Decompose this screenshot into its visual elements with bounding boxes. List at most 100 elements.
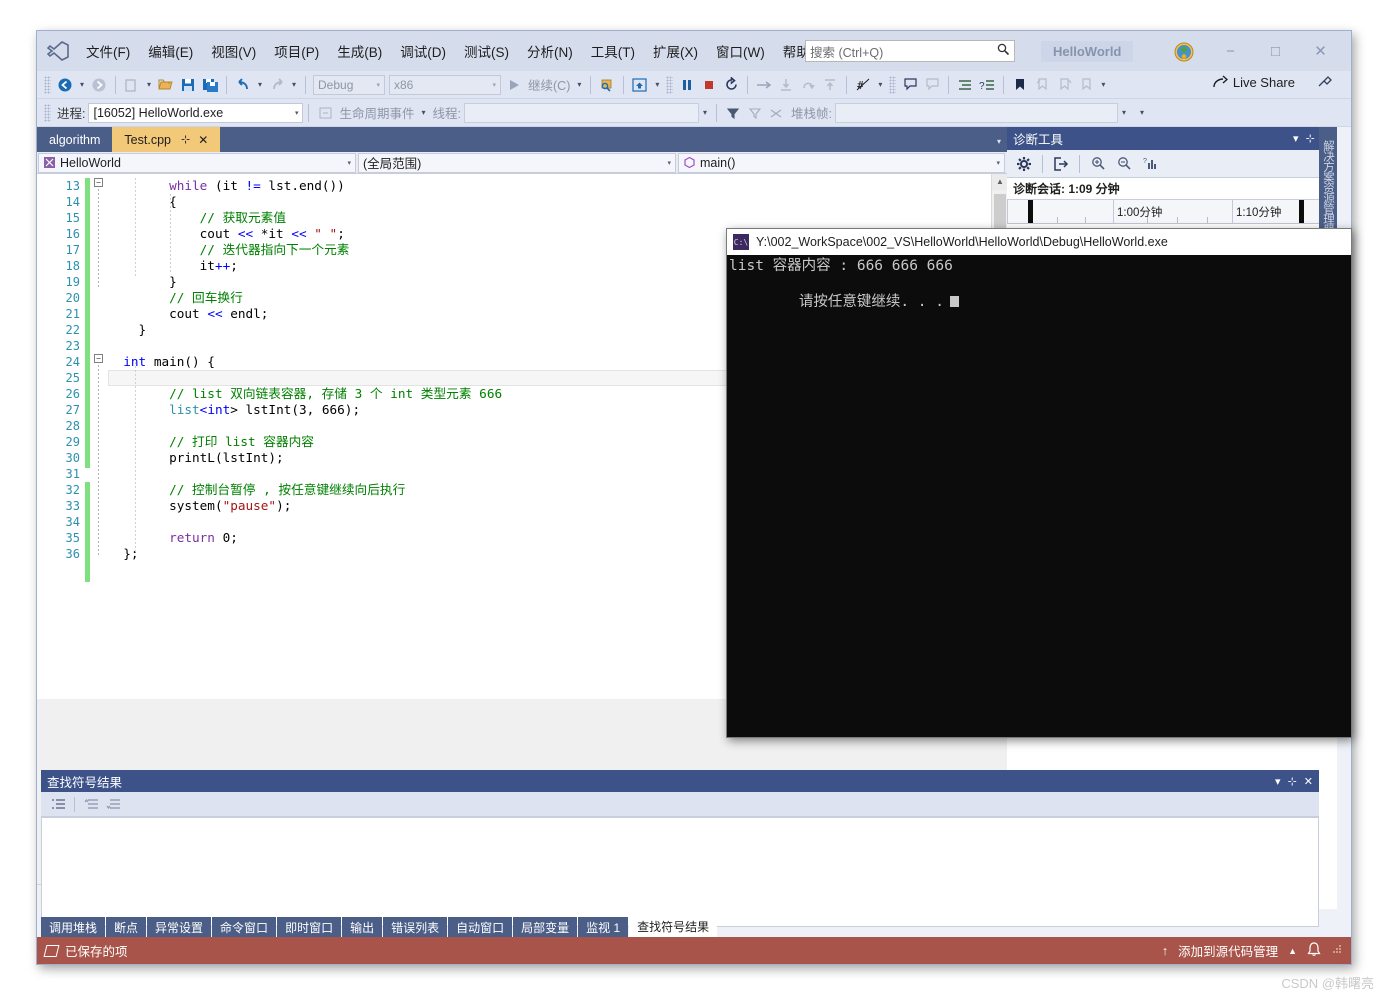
code-line[interactable]: // 获取元素值 — [108, 210, 1007, 226]
hex-dropdown-icon[interactable]: ▾ — [874, 80, 886, 89]
toolbar-overflow-icon[interactable]: ▾ — [1097, 80, 1109, 89]
toolbar-grip[interactable] — [666, 75, 674, 94]
stop-icon[interactable] — [698, 74, 720, 96]
dock-tab[interactable]: 命令窗口 — [212, 917, 277, 937]
close-icon[interactable]: ✕ — [198, 133, 208, 147]
bookmark-icon[interactable] — [1009, 74, 1031, 96]
diagnostic-toolbar[interactable]: ? — [1007, 150, 1337, 178]
restart-icon[interactable] — [720, 74, 742, 96]
open-folder-icon[interactable] — [155, 74, 177, 96]
thread-dropdown-icon[interactable]: ▾ — [699, 108, 711, 117]
bottom-dock-tabstrip[interactable]: 调用堆栈 断点 异常设置 命令窗口 即时窗口 输出 错误列表 自动窗口 局部变量 监视 1 查找符号… — [41, 915, 718, 937]
menu-debug[interactable]: 调试(D) — [391, 37, 455, 65]
stackframe-dropdown[interactable] — [834, 102, 1118, 123]
fold-toggle-24[interactable]: − — [94, 354, 103, 363]
dock-tab[interactable]: 断点 — [106, 917, 147, 937]
menu-test[interactable]: 测试(S) — [455, 37, 518, 65]
configuration-dropdown[interactable]: Debug ▾ — [313, 74, 385, 95]
code-line[interactable]: { — [108, 194, 1007, 210]
toolbar-grip[interactable] — [889, 75, 897, 94]
pin-icon[interactable]: ⊹ — [1288, 775, 1297, 788]
code-folding-column[interactable]: − − — [90, 174, 108, 699]
zoom-in-icon[interactable] — [1085, 152, 1111, 176]
gear-icon[interactable] — [1011, 152, 1037, 176]
zoom-out-icon[interactable] — [1111, 152, 1137, 176]
fold-toggle-13[interactable]: − — [94, 178, 103, 187]
navigation-bar[interactable]: HelloWorld ▾ (全局范围) ▾ main() ▾ — [37, 152, 1007, 174]
scope-dropdown[interactable]: (全局范围) ▾ — [358, 152, 676, 173]
menu-edit[interactable]: 编辑(E) — [139, 37, 202, 65]
menu-file[interactable]: 文件(F) — [77, 37, 139, 65]
show-next-statement-icon[interactable] — [629, 74, 651, 96]
continue-play-icon[interactable] — [503, 74, 525, 96]
minimize-button[interactable]: − — [1208, 37, 1253, 65]
dock-tab[interactable]: 调用堆栈 — [41, 917, 106, 937]
dock-tab[interactable]: 自动窗口 — [448, 917, 513, 937]
standard-toolbar[interactable]: ▾ ▾ ▾ ▾ Debug ▾ x86 ▾ 继续(C) ▾ ▾ # ▾ ? ▾ … — [37, 71, 1351, 99]
continue-dropdown-icon[interactable]: ▾ — [573, 80, 585, 89]
scroll-up-button[interactable]: ▲ — [992, 174, 1007, 190]
stackframe-dropdown-icon[interactable]: ▾ — [1118, 108, 1130, 117]
undo-icon[interactable] — [232, 74, 254, 96]
tab-algorithm[interactable]: algorithm — [37, 127, 113, 152]
caret-up-icon[interactable]: ▲ — [1288, 946, 1297, 956]
platform-dropdown[interactable]: x86 ▾ — [389, 74, 501, 95]
export-icon[interactable] — [1048, 152, 1074, 176]
search-input[interactable]: 搜索 (Ctrl+Q) — [805, 40, 1015, 62]
new-dropdown-icon[interactable]: ▾ — [143, 80, 155, 89]
back-dropdown-icon[interactable]: ▾ — [76, 80, 88, 89]
tab-test-cpp[interactable]: Test.cpp ⊹ ✕ — [112, 127, 221, 152]
redo-dropdown-icon[interactable]: ▾ — [288, 80, 300, 89]
hex-display-icon[interactable]: # — [852, 74, 874, 96]
close-button[interactable]: ✕ — [1298, 37, 1343, 65]
menu-build[interactable]: 生成(B) — [328, 37, 391, 65]
chevron-down-icon[interactable]: ▾ — [1275, 775, 1281, 788]
chevron-down-icon[interactable]: ▾ — [1293, 132, 1299, 145]
debug-location-toolbar[interactable]: 进程: [16052] HelloWorld.exe ▾ 生命周期事件 ▾ 线程… — [37, 99, 1351, 127]
process-dropdown[interactable]: [16052] HelloWorld.exe ▾ — [88, 102, 304, 123]
thread-dropdown[interactable] — [463, 102, 699, 123]
chart-icon[interactable]: ? — [1137, 152, 1163, 176]
pause-icon[interactable] — [676, 74, 698, 96]
save-all-icon[interactable] — [199, 74, 221, 96]
dock-tab[interactable]: 局部变量 — [513, 917, 578, 937]
previous-result-icon[interactable] — [80, 794, 102, 814]
dock-tab[interactable]: 监视 1 — [578, 917, 629, 937]
project-dropdown[interactable]: HelloWorld ▾ — [38, 152, 356, 173]
pin-icon[interactable]: ⊹ — [1306, 132, 1315, 145]
menu-analyze[interactable]: 分析(N) — [518, 37, 582, 65]
member-dropdown[interactable]: main() ▾ — [678, 152, 1005, 173]
find-results-list[interactable] — [41, 817, 1319, 927]
avatar[interactable] — [1173, 41, 1195, 63]
undo-dropdown-icon[interactable]: ▾ — [254, 80, 266, 89]
comment-selection-icon[interactable] — [899, 74, 921, 96]
attach-process-icon[interactable] — [596, 74, 618, 96]
tabstrip-overflow-icon[interactable]: ▾ — [997, 137, 1001, 146]
feedback-icon[interactable] — [1317, 75, 1333, 94]
dock-tab[interactable]: 即时窗口 — [277, 917, 342, 937]
menu-bar[interactable]: 文件(F) 编辑(E) 视图(V) 项目(P) 生成(B) 调试(D) 测试(S… — [77, 31, 837, 71]
source-control-label[interactable]: 添加到源代码管理 — [1178, 941, 1278, 960]
menu-tools[interactable]: 工具(T) — [582, 37, 644, 65]
dock-tab[interactable]: 查找符号结果 — [629, 915, 718, 937]
document-tabstrip[interactable]: algorithm Test.cpp ⊹ ✕ ▾ — [37, 127, 1007, 152]
find-results-toolbar[interactable] — [41, 792, 1319, 817]
lifecycle-dropdown-icon[interactable]: ▾ — [418, 108, 430, 117]
status-right-group[interactable]: ↑ 添加到源代码管理 ▲ — [1162, 941, 1343, 960]
next-result-icon[interactable] — [102, 794, 124, 814]
dock-tab[interactable]: 错误列表 — [383, 917, 448, 937]
bell-icon[interactable] — [1307, 941, 1321, 960]
menu-view[interactable]: 视图(V) — [202, 37, 265, 65]
decrease-indent-icon[interactable] — [954, 74, 976, 96]
save-icon[interactable] — [177, 74, 199, 96]
debugbar-overflow-icon[interactable]: ▾ — [1136, 108, 1148, 117]
toolbar-grip[interactable] — [44, 103, 51, 122]
lifecycle-events-label[interactable]: 生命周期事件 — [336, 103, 417, 122]
continue-label[interactable]: 继续(C) — [525, 75, 573, 94]
live-share-button[interactable]: Live Share — [1212, 75, 1295, 90]
navigate-back-icon[interactable] — [54, 74, 76, 96]
resize-grip-icon[interactable] — [1331, 943, 1343, 958]
close-icon[interactable]: ✕ — [1304, 775, 1313, 788]
pin-icon[interactable]: ⊹ — [181, 133, 190, 146]
console-window[interactable]: C:\ Y:\002_WorkSpace\002_VS\HelloWorld\H… — [726, 228, 1352, 738]
